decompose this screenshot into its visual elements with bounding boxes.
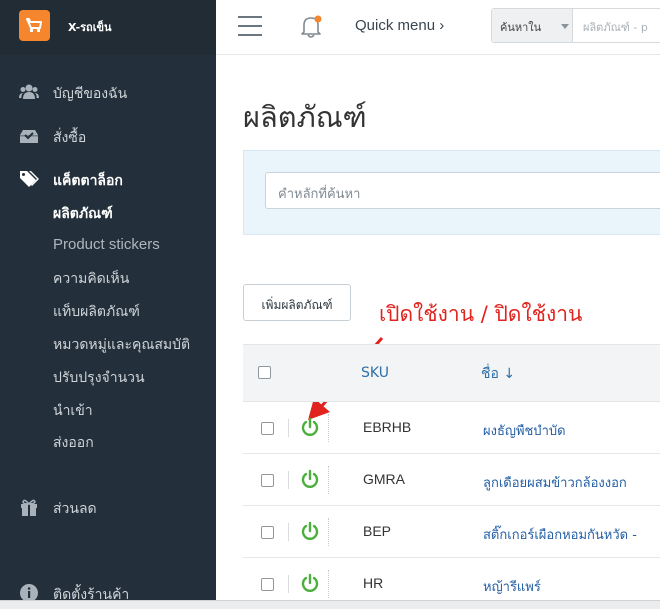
sidebar-item-catalog[interactable]: แค็ตตาล็อก (0, 164, 216, 194)
sidebar-subitem-product-stickers[interactable]: Product stickers (53, 236, 160, 253)
bell-notification-icon[interactable] (300, 14, 324, 40)
column-header-name[interactable]: ชื่อ ↓ (481, 363, 515, 385)
sidebar-item-label: บัญชีของฉัน (53, 86, 128, 102)
page-title: ผลิตภัณฑ์ (243, 100, 367, 134)
table-row: BEP สติ๊กเกอร์เผือกหอมกันหวัด - (243, 506, 660, 558)
search-scope-label: ค้นหาใน (500, 21, 542, 34)
product-name-link[interactable]: สติ๊กเกอร์เผือกหอมกันหวัด - (483, 524, 637, 545)
tags-icon (20, 171, 39, 187)
column-header-sku[interactable]: SKU (361, 365, 389, 381)
inbox-download-icon (20, 130, 38, 143)
product-name-link[interactable]: ลูกเดือยผสมข้าวกล้องงอก (483, 472, 627, 493)
search-input[interactable]: ผลิตภัณฑ์ - p (583, 18, 648, 36)
select-all-checkbox[interactable] (258, 366, 271, 379)
add-product-button[interactable]: เพิ่มผลิตภัณฑ์ (243, 284, 351, 321)
sidebar-subitem-products[interactable]: ผลิตภัณฑ์ (53, 203, 113, 225)
product-sku: BEP (363, 523, 392, 539)
sidebar-subitem-reviews[interactable]: ความคิดเห็น (53, 268, 129, 290)
row-checkbox[interactable] (261, 422, 274, 435)
global-search[interactable]: ค้นหาใน ผลิตภัณฑ์ - p (491, 8, 660, 43)
sidebar-subitem-export[interactable]: ส่งออก (53, 432, 94, 454)
product-name-link[interactable]: ผงธัญพืชบำบัด (483, 420, 566, 441)
chevron-down-icon (561, 24, 569, 29)
sidebar-subitem-import[interactable]: นำเข้า (53, 400, 93, 422)
horizontal-scrollbar[interactable] (0, 600, 660, 609)
gift-icon (21, 499, 37, 516)
row-checkbox[interactable] (261, 526, 274, 539)
row-checkbox[interactable] (261, 578, 274, 591)
keyword-search-input[interactable]: คำหลักที่ค้นหา (265, 172, 660, 209)
power-toggle-icon[interactable] (300, 521, 320, 541)
brand-name: X-รถเข็น (68, 21, 112, 34)
table-row: GMRA ลูกเดือยผสมข้าวกล้องงอก (243, 454, 660, 506)
sidebar-item-label: สั่งซื้อ (53, 130, 87, 146)
quick-menu-link[interactable]: Quick menu › (355, 17, 444, 34)
sidebar: X-รถเข็น บัญชีของฉัน สั่งซื้อ แค็ตตาล็อก… (0, 0, 216, 609)
sidebar-item-discounts[interactable]: ส่วนลด (0, 492, 216, 522)
hamburger-menu-icon[interactable] (238, 16, 262, 36)
annotation-enable-disable: เปิดใช้งาน / ปิดใช้งาน (379, 302, 583, 326)
search-filter-panel: คำหลักที่ค้นหา (243, 150, 660, 235)
sidebar-subitem-categories-attributes[interactable]: หมวดหมู่และคุณสมบัติ (53, 334, 190, 356)
cart-logo-icon[interactable] (19, 10, 50, 41)
sidebar-item-my-account[interactable]: บัญชีของฉัน (0, 77, 216, 107)
top-bar: Quick menu › ค้นหาใน ผลิตภัณฑ์ - p (216, 0, 660, 55)
table-header: SKU ชื่อ ↓ (243, 344, 660, 402)
product-name-link[interactable]: หญ้ารีแพร์ (483, 576, 541, 597)
brand-header: X-รถเข็น (0, 0, 216, 55)
product-sku: EBRHB (363, 419, 412, 435)
sidebar-item-label: ส่วนลด (53, 501, 97, 517)
power-toggle-icon[interactable] (300, 417, 320, 437)
power-toggle-icon[interactable] (300, 469, 320, 489)
users-icon (19, 84, 39, 99)
sidebar-subitem-product-tabs[interactable]: แท็บผลิตภัณฑ์ (53, 301, 140, 323)
power-toggle-icon[interactable] (300, 573, 320, 593)
sidebar-item-label: แค็ตตาล็อก (53, 173, 123, 189)
search-scope-select[interactable]: ค้นหาใน (492, 9, 573, 42)
app-root: X-รถเข็น บัญชีของฉัน สั่งซื้อ แค็ตตาล็อก… (0, 0, 660, 609)
sidebar-subitem-update-quantity[interactable]: ปรับปรุงจำนวน (53, 367, 145, 389)
product-sku: GMRA (363, 471, 405, 487)
sidebar-item-orders[interactable]: สั่งซื้อ (0, 121, 216, 151)
table-row: EBRHB ผงธัญพืชบำบัด (243, 402, 660, 454)
product-sku: HR (363, 575, 384, 591)
row-checkbox[interactable] (261, 474, 274, 487)
